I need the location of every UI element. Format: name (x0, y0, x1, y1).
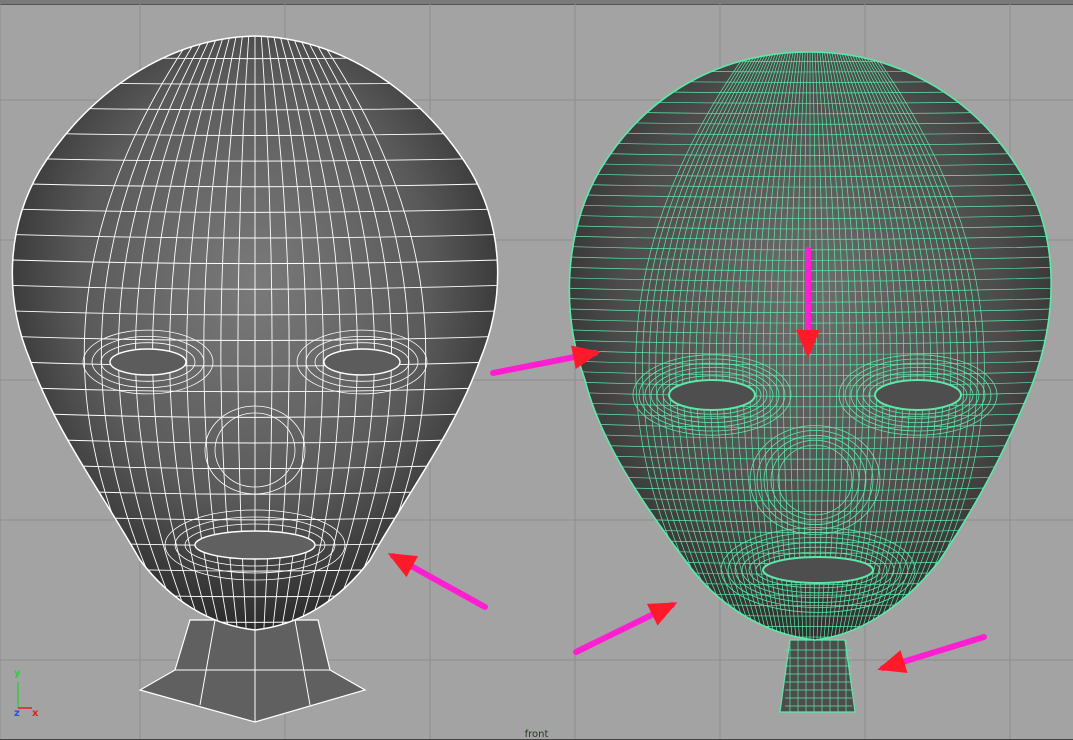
right-eye-left (668, 379, 756, 411)
left-eye-right (323, 348, 401, 376)
left-head-model[interactable] (0, 30, 537, 723)
maya-viewport[interactable]: y z x front (0, 0, 1073, 740)
left-neck (138, 619, 367, 723)
axis-y-label: y (14, 668, 21, 679)
left-mouth (194, 530, 316, 560)
right-eye-right (874, 379, 962, 411)
axis-x-label: x (32, 708, 39, 719)
right-head-model[interactable] (522, 48, 1073, 713)
left-eye-left (109, 348, 187, 376)
camera-label: front (524, 729, 549, 740)
right-neck (779, 639, 856, 713)
axis-z-label: z (14, 708, 20, 719)
scene-canvas[interactable] (0, 0, 1073, 740)
right-mouth (762, 556, 874, 584)
axis-gizmo: y z x (8, 668, 48, 728)
